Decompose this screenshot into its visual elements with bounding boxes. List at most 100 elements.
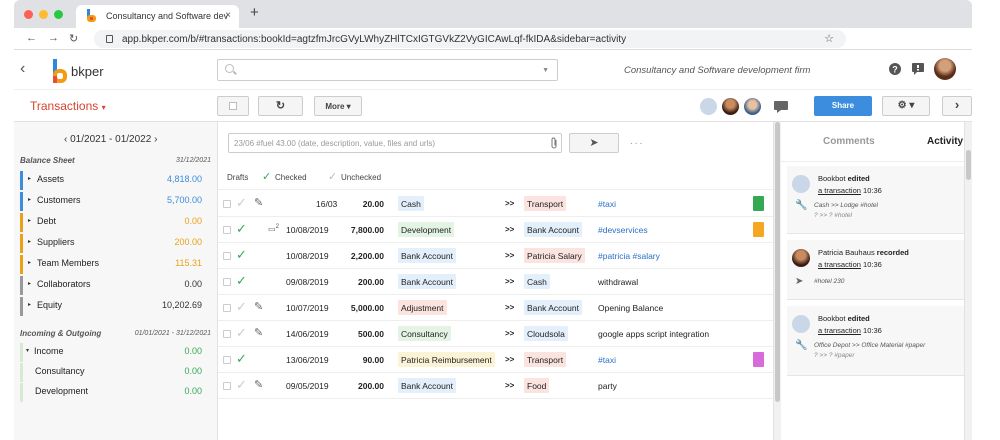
transaction-description[interactable]: #devservices	[598, 225, 648, 235]
drafts-filter[interactable]: Drafts	[227, 173, 248, 182]
checked-icon[interactable]: ✓	[236, 351, 247, 367]
expand-icon[interactable]: ▸	[28, 259, 31, 266]
from-account-tag[interactable]: Bank Account	[398, 248, 456, 263]
close-tab-icon[interactable]: ×	[225, 10, 231, 21]
from-account-tag[interactable]: Development	[398, 222, 455, 237]
expand-icon[interactable]: ▸	[28, 217, 31, 224]
attachment-file-icon[interactable]	[753, 222, 764, 237]
reload-icon[interactable]: ↻	[69, 32, 78, 45]
unchecked-filter[interactable]: Unchecked	[341, 173, 381, 182]
expand-icon[interactable]: ▸	[28, 238, 31, 245]
account-item[interactable]: ▸ Suppliers 200.00	[14, 233, 218, 254]
unchecked-icon[interactable]: ✓	[236, 377, 247, 393]
url-field[interactable]: app.bkper.com/b/#transactions:bookId=agt…	[94, 30, 846, 48]
from-account-tag[interactable]: Patricia Reimbursement	[398, 352, 495, 367]
row-checkbox[interactable]	[223, 278, 231, 286]
unchecked-icon[interactable]: ✓	[236, 325, 247, 341]
from-account-tag[interactable]: Adjustment	[398, 300, 447, 315]
account-item[interactable]: ▸ Assets 4,818.00	[14, 170, 218, 191]
transaction-row[interactable]: ✓ 10/08/2019 2,200.00 Bank Account >> Patrici…	[218, 243, 773, 269]
checked-icon[interactable]: ✓	[236, 273, 247, 289]
account-item[interactable]: ▸ Customers 5,700.00	[14, 191, 218, 212]
comments-icon[interactable]	[774, 101, 788, 113]
to-account-tag[interactable]: Transport	[524, 352, 567, 367]
expand-icon[interactable]: ▾	[26, 347, 29, 354]
refresh-button[interactable]: ↻	[258, 96, 303, 116]
comment-count-icon[interactable]: ▭2	[268, 224, 279, 234]
chevron-down-icon[interactable]: ▼	[542, 67, 549, 74]
row-checkbox[interactable]	[223, 200, 231, 208]
edit-pencil-icon[interactable]: ✎	[254, 300, 263, 313]
send-transaction-button[interactable]: ➤	[569, 133, 619, 153]
more-button[interactable]: More ▾	[314, 96, 362, 116]
minimize-window-icon[interactable]	[39, 10, 48, 19]
expand-icon[interactable]: ▸	[28, 196, 31, 203]
expand-icon[interactable]: ▸	[28, 301, 31, 308]
maximize-window-icon[interactable]	[54, 10, 63, 19]
to-account-tag[interactable]: Food	[524, 378, 550, 393]
collaborator-avatar[interactable]	[722, 98, 739, 115]
back-to-books-icon[interactable]: ‹	[20, 60, 25, 78]
row-checkbox[interactable]	[223, 304, 231, 312]
attachment-file-icon[interactable]	[753, 352, 764, 367]
select-all-checkbox[interactable]	[217, 96, 249, 116]
transaction-row[interactable]: ✓ ✎ 10/07/2019 5,000.00 Adjustment >> Bank Acc…	[218, 295, 773, 321]
search-input[interactable]: ▼	[217, 59, 558, 81]
from-account-tag[interactable]: Consultancy	[398, 326, 451, 341]
transactions-menu[interactable]: Transactions ▾	[30, 99, 106, 113]
account-item[interactable]: ▸ Collaborators 0.00	[14, 275, 218, 296]
from-account-tag[interactable]: Cash	[398, 196, 424, 211]
account-item[interactable]: ▸ Equity 10,202.69	[14, 296, 218, 317]
unchecked-icon[interactable]: ✓	[236, 195, 247, 211]
account-item[interactable]: Development 0.00	[14, 382, 218, 403]
transaction-description[interactable]: #taxi	[598, 355, 616, 365]
transaction-row[interactable]: ✓ 13/06/2019 90.00 Patricia Reimbursement >>…	[218, 347, 773, 373]
transaction-description[interactable]: #patricia #salary	[598, 251, 660, 261]
edit-pencil-icon[interactable]: ✎	[254, 326, 263, 339]
attachment-file-icon[interactable]	[753, 196, 764, 211]
transaction-row[interactable]: ✓ ▭2 10/08/2019 7,800.00 Development >> Bank A…	[218, 217, 773, 243]
more-options-icon[interactable]: ...	[630, 136, 644, 147]
account-item[interactable]: ▸ Team Members 115.31	[14, 254, 218, 275]
transaction-row[interactable]: ✓ ✎ 14/06/2019 500.00 Consultancy >> Cloudsola…	[218, 321, 773, 347]
user-avatar[interactable]	[934, 58, 956, 80]
back-icon[interactable]: ←	[26, 32, 37, 44]
tab-comments[interactable]: Comments	[823, 136, 875, 147]
checked-filter[interactable]: Checked	[275, 173, 307, 182]
transaction-row[interactable]: ✓ 09/08/2019 200.00 Bank Account >> Cash withd…	[218, 269, 773, 295]
activity-item[interactable]: Bookbot edited a transaction 10:36 🔧 Office…	[787, 306, 964, 376]
activity-scrollbar[interactable]	[964, 122, 972, 440]
row-checkbox[interactable]	[223, 356, 231, 364]
row-checkbox[interactable]	[223, 382, 231, 390]
account-item[interactable]: ▾ Income 0.00	[14, 342, 218, 363]
edit-pencil-icon[interactable]: ✎	[254, 196, 263, 209]
to-account-tag[interactable]: Cash	[524, 274, 550, 289]
unchecked-icon[interactable]: ✓	[236, 299, 247, 315]
activity-item[interactable]: Bookbot edited a transaction 10:36 🔧 Cash >…	[787, 166, 964, 234]
expand-icon[interactable]: ▸	[28, 280, 31, 287]
next-page-button[interactable]: ›	[942, 96, 972, 116]
help-icon[interactable]: ?	[889, 63, 901, 75]
row-checkbox[interactable]	[223, 330, 231, 338]
collaborator-avatar[interactable]	[744, 98, 761, 115]
transactions-scrollbar[interactable]	[773, 122, 781, 440]
transaction-row[interactable]: ✓ ✎ 09/05/2019 200.00 Bank Account >> Food part…	[218, 373, 773, 399]
from-account-tag[interactable]: Bank Account	[398, 274, 456, 289]
share-button[interactable]: Share	[814, 96, 872, 116]
to-account-tag[interactable]: Patricia Salary	[524, 248, 585, 263]
forward-icon[interactable]: →	[48, 32, 59, 44]
to-account-tag[interactable]: Bank Account	[524, 300, 582, 315]
settings-button[interactable]: ⚙ ▾	[882, 96, 930, 116]
bookbot-avatar[interactable]	[700, 98, 717, 115]
row-checkbox[interactable]	[223, 226, 231, 234]
account-item[interactable]: ▸ Debt 0.00	[14, 212, 218, 233]
to-account-tag[interactable]: Bank Account	[524, 222, 582, 237]
browser-tab[interactable]: Consultancy and Software dev ×	[76, 5, 239, 28]
close-window-icon[interactable]	[24, 10, 33, 19]
activity-transaction-link[interactable]: a transaction	[818, 326, 861, 335]
bookmark-star-icon[interactable]: ☆	[824, 32, 834, 45]
to-account-tag[interactable]: Transport	[524, 196, 567, 211]
from-account-tag[interactable]: Bank Account	[398, 378, 456, 393]
checked-icon[interactable]: ✓	[236, 221, 247, 237]
activity-item[interactable]: Patricia Bauhaus recorded a transaction 1…	[787, 240, 964, 300]
